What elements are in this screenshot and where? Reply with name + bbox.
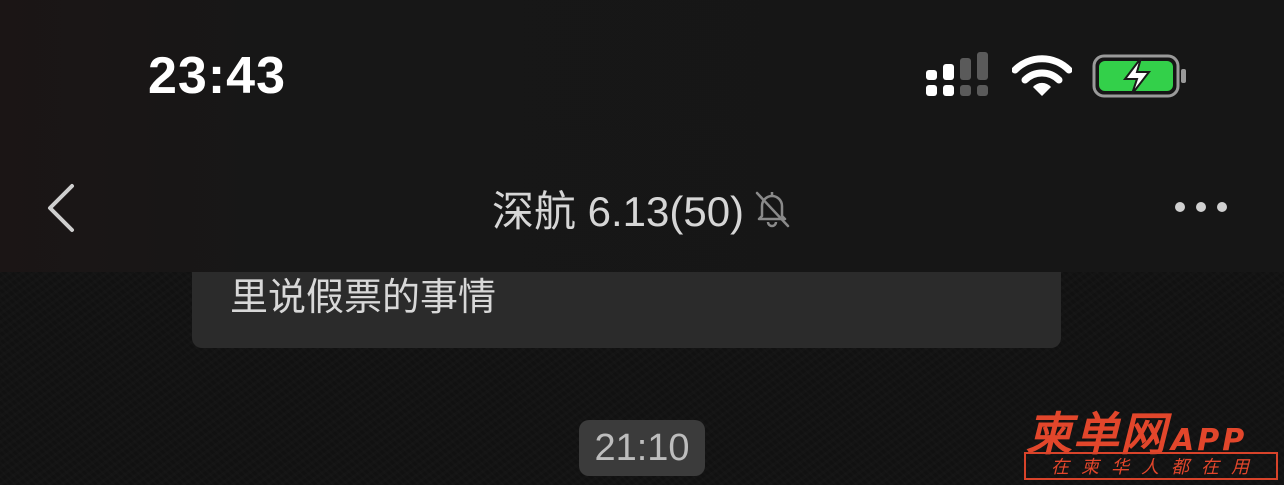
chat-title-bar: 深航 6.13(50) bbox=[0, 180, 1284, 236]
wifi-icon bbox=[1012, 55, 1072, 96]
status-time: 23:43 bbox=[148, 47, 286, 105]
bell-slash-icon bbox=[755, 191, 790, 228]
battery-charging-icon bbox=[1092, 54, 1186, 98]
watermark-slogan: 在柬华人都在用 bbox=[1024, 452, 1278, 480]
more-options-button[interactable] bbox=[1170, 192, 1232, 222]
message-timestamp: 21:10 bbox=[579, 420, 705, 476]
message-text: 里说假票的事情 bbox=[230, 275, 497, 319]
navigation-header: 23:43 深航 6.13(50) bbox=[0, 0, 1284, 272]
chat-title: 深航 6.13(50) bbox=[491, 187, 745, 235]
chat-screen: 里说假票的事情 21:10 23:43 深航 6.13(50) 柬单网 APP … bbox=[0, 0, 1284, 485]
signal-bars-icon bbox=[926, 52, 988, 96]
